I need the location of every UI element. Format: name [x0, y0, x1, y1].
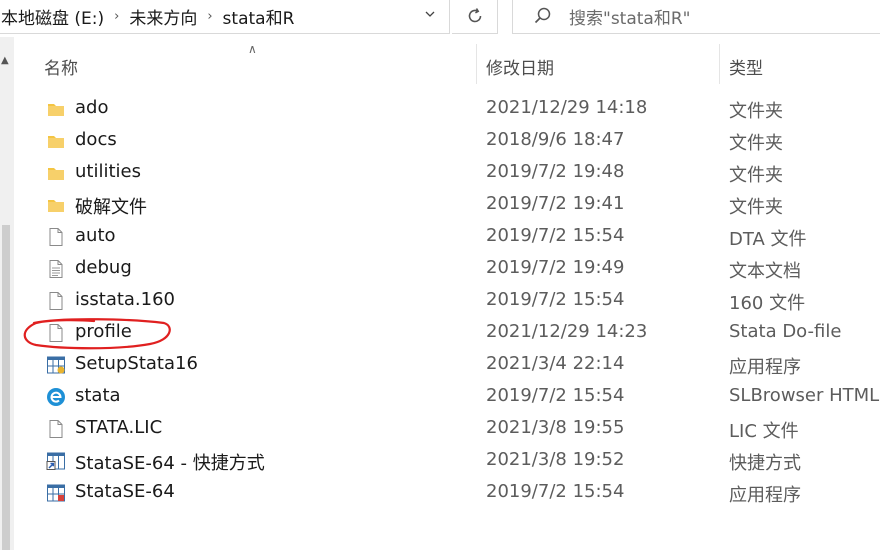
folder-icon [46, 163, 66, 183]
file-type: 应用程序 [729, 485, 801, 506]
file-date: 2019/7/2 15:54 [486, 481, 625, 502]
file-type: 文件夹 [729, 165, 783, 186]
folder-icon [46, 131, 66, 151]
file-icon [46, 291, 66, 311]
file-name[interactable]: StataSE-64 - 快捷方式 [75, 449, 265, 475]
file-row[interactable]: SetupStata16 2021/3/4 22:14 应用程序 [0, 349, 880, 381]
file-type: 文件夹 [729, 133, 783, 154]
file-name[interactable]: StataSE-64 [75, 481, 175, 502]
folder-icon [46, 99, 66, 119]
file-date: 2019/7/2 15:54 [486, 289, 625, 310]
search-placeholder[interactable]: 搜索"stata和R" [569, 4, 690, 29]
file-row[interactable]: stata 2019/7/2 15:54 SLBrowser HTML D [0, 381, 880, 413]
file-row[interactable]: debug 2019/7/2 19:49 文本文档 [0, 253, 880, 285]
file-row[interactable]: StataSE-64 - 快捷方式 2021/3/8 19:52 快捷方式 [0, 445, 880, 477]
file-icon [46, 323, 66, 343]
file-date: 2021/12/29 14:18 [486, 97, 648, 118]
search-box[interactable]: 搜索"stata和R" [512, 0, 880, 34]
file-type: 快捷方式 [729, 453, 801, 474]
file-name[interactable]: SetupStata16 [75, 353, 198, 374]
breadcrumb-separator-icon[interactable]: › [207, 9, 212, 24]
file-name[interactable]: 破解文件 [75, 193, 147, 219]
file-row[interactable]: utilities 2019/7/2 19:48 文件夹 [0, 157, 880, 189]
app-icon [46, 483, 66, 503]
column-divider[interactable] [719, 44, 720, 84]
file-type: 文件夹 [729, 197, 783, 218]
column-header: ∧ 名称 修改日期 类型 [0, 42, 880, 88]
file-name[interactable]: stata [75, 385, 121, 406]
address-bar[interactable]: 本地磁盘 (E:) › 未来方向 › stata和R [0, 0, 450, 34]
refresh-button[interactable] [452, 0, 498, 34]
text-file-icon [46, 259, 66, 279]
file-date: 2019/7/2 19:49 [486, 257, 625, 278]
file-row[interactable]: docs 2018/9/6 18:47 文件夹 [0, 125, 880, 157]
file-type: 文件夹 [729, 101, 783, 122]
file-date: 2021/3/8 19:55 [486, 417, 625, 438]
file-name[interactable]: utilities [75, 161, 141, 182]
file-icon [46, 227, 66, 247]
search-icon [534, 7, 551, 24]
column-name-header[interactable]: 名称 [44, 54, 78, 79]
column-date-header[interactable]: 修改日期 [486, 54, 554, 79]
file-type: LIC 文件 [729, 421, 799, 442]
browser-icon [46, 387, 66, 407]
setup-app-icon [46, 355, 66, 375]
breadcrumb-folder[interactable]: 未来方向 [127, 4, 199, 29]
file-date: 2021/3/4 22:14 [486, 353, 625, 374]
file-date: 2019/7/2 19:48 [486, 161, 625, 182]
file-date: 2018/9/6 18:47 [486, 129, 625, 150]
file-date: 2019/7/2 15:54 [486, 225, 625, 246]
file-row[interactable]: ado 2021/12/29 14:18 文件夹 [0, 93, 880, 125]
file-icon [46, 419, 66, 439]
file-row[interactable]: isstata.160 2019/7/2 15:54 160 文件 [0, 285, 880, 317]
column-divider[interactable] [476, 44, 477, 84]
file-date: 2019/7/2 19:41 [486, 193, 625, 214]
file-name[interactable]: docs [75, 129, 117, 150]
file-name[interactable]: debug [75, 257, 132, 278]
file-type: SLBrowser HTML D [729, 385, 880, 406]
breadcrumb-drive[interactable]: 本地磁盘 (E:) [0, 4, 106, 29]
file-type: DTA 文件 [729, 229, 807, 250]
file-row[interactable]: StataSE-64 2019/7/2 15:54 应用程序 [0, 477, 880, 509]
chevron-down-icon[interactable] [425, 9, 435, 19]
file-date: 2021/12/29 14:23 [486, 321, 648, 342]
breadcrumb-separator-icon[interactable]: › [114, 9, 119, 24]
column-type-header[interactable]: 类型 [729, 54, 763, 79]
refresh-icon [468, 8, 481, 23]
file-name[interactable]: STATA.LIC [75, 417, 162, 438]
file-name[interactable]: isstata.160 [75, 289, 175, 310]
file-date: 2021/3/8 19:52 [486, 449, 625, 470]
sort-ascending-icon: ∧ [248, 42, 257, 56]
file-row[interactable]: STATA.LIC 2021/3/8 19:55 LIC 文件 [0, 413, 880, 445]
file-row[interactable]: auto 2019/7/2 15:54 DTA 文件 [0, 221, 880, 253]
file-date: 2019/7/2 15:54 [486, 385, 625, 406]
file-name[interactable]: auto [75, 225, 116, 246]
file-type: 应用程序 [729, 357, 801, 378]
file-type: 160 文件 [729, 293, 806, 314]
file-name[interactable]: ado [75, 97, 108, 118]
breadcrumb-current[interactable]: stata和R [221, 4, 297, 29]
file-type: Stata Do-file [729, 321, 842, 342]
file-row[interactable]: profile 2021/12/29 14:23 Stata Do-file [0, 317, 880, 349]
navigation-bar: 本地磁盘 (E:) › 未来方向 › stata和R 搜索"stata和R" [0, 0, 880, 37]
file-name[interactable]: profile [75, 321, 132, 342]
folder-icon [46, 195, 66, 215]
file-row[interactable]: 破解文件 2019/7/2 19:41 文件夹 [0, 189, 880, 221]
file-type: 文本文档 [729, 261, 801, 282]
shortcut-icon [46, 451, 66, 471]
